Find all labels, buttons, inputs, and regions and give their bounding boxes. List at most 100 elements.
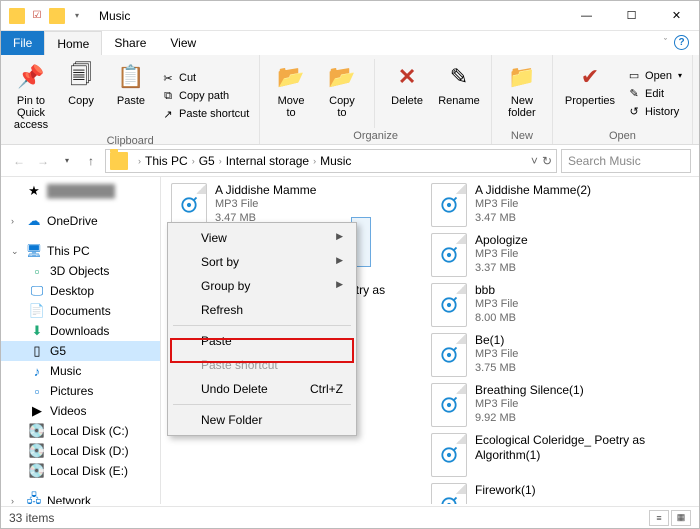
search-input[interactable]: Search Music: [561, 149, 691, 173]
file-name: Ecological Coleridge_ Poetry as Algorith…: [475, 433, 671, 463]
file-item[interactable]: A Jiddishe MammeMP3 File3.47 MB: [171, 183, 411, 227]
properties-button[interactable]: ✔Properties: [561, 59, 619, 128]
file-name: Be(1): [475, 333, 518, 348]
mp3-file-icon: [431, 383, 467, 427]
mp3-file-icon: [171, 183, 207, 227]
file-item[interactable]: Ecological Coleridge_ Poetry as Algorith…: [431, 433, 671, 477]
close-button[interactable]: ✕: [654, 1, 699, 31]
tree-this-pc[interactable]: ⌄🖥This PC: [1, 241, 160, 261]
paste-button[interactable]: 📋 Paste: [109, 59, 153, 133]
copy-icon: 🗐: [70, 58, 92, 96]
maximize-button[interactable]: ☐: [609, 1, 654, 31]
breadcrumb-item[interactable]: Internal storage: [226, 154, 309, 168]
view-details-button[interactable]: ≡: [649, 510, 669, 526]
file-size: 3.47 MB: [475, 212, 591, 226]
path-icon: ⧉: [161, 89, 175, 103]
tree-item[interactable]: 💽Local Disk (E:): [1, 461, 160, 481]
minimize-button[interactable]: —: [564, 1, 609, 31]
help-icon[interactable]: ?: [674, 35, 689, 50]
breadcrumb-item[interactable]: This PC: [145, 154, 188, 168]
file-item[interactable]: Breathing Silence(1)MP3 File9.92 MB: [431, 383, 671, 427]
disk-icon: 💽: [29, 423, 45, 439]
menu-group-by[interactable]: Group by▶: [171, 274, 353, 298]
tab-file[interactable]: File: [1, 31, 44, 55]
file-list[interactable]: A Jiddishe MammeMP3 File3.47 MBBreathing…: [161, 177, 699, 504]
tree-item[interactable]: ⬇Downloads: [1, 321, 160, 341]
file-item[interactable]: Firework(1): [431, 483, 671, 504]
cloud-icon: ☁: [26, 213, 42, 229]
chevron-down-icon[interactable]: ˅: [531, 154, 538, 168]
videos-icon: ▶: [29, 403, 45, 419]
open-button[interactable]: ▭Open▾: [625, 68, 684, 84]
tab-share[interactable]: Share: [102, 31, 158, 55]
file-type: MP3 File: [475, 348, 518, 362]
nav-back-button[interactable]: ←: [9, 151, 29, 171]
refresh-icon[interactable]: ↻: [542, 154, 552, 168]
file-item[interactable]: bbbMP3 File8.00 MB: [431, 283, 671, 327]
qat-item[interactable]: [49, 8, 65, 24]
new-folder-button[interactable]: 📁New folder: [500, 59, 544, 128]
nav-recent-button[interactable]: ▾: [57, 151, 77, 171]
paste-shortcut-button[interactable]: ↗Paste shortcut: [159, 106, 251, 122]
pin-to-quick-access-button[interactable]: 📌 Pin to Quick access: [9, 59, 53, 133]
menu-sort-by[interactable]: Sort by▶: [171, 250, 353, 274]
tree-quick-access[interactable]: ★████████: [1, 181, 160, 201]
scissors-icon: ✂: [161, 71, 175, 85]
menu-paste[interactable]: Paste: [171, 329, 353, 353]
tree-item[interactable]: ▶Videos: [1, 401, 160, 421]
device-icon: ▯: [29, 343, 45, 359]
history-button[interactable]: ↺History: [625, 104, 684, 120]
copy-path-button[interactable]: ⧉Copy path: [159, 88, 251, 104]
tree-item[interactable]: ♪Music: [1, 361, 160, 381]
qat-item[interactable]: ☑: [29, 8, 45, 24]
tree-onedrive[interactable]: ›☁OneDrive: [1, 211, 160, 231]
breadcrumb-item[interactable]: G5: [199, 154, 215, 168]
file-name: A Jiddishe Mamme: [215, 183, 316, 198]
cut-button[interactable]: ✂Cut: [159, 70, 251, 86]
breadcrumb-item[interactable]: Music: [320, 154, 351, 168]
nav-forward-button[interactable]: →: [33, 151, 53, 171]
file-item[interactable]: A Jiddishe Mamme(2)MP3 File3.47 MB: [431, 183, 671, 227]
rename-button[interactable]: ✎Rename: [435, 59, 483, 128]
file-type: MP3 File: [475, 248, 528, 262]
tree-item[interactable]: 📄Documents: [1, 301, 160, 321]
copy-button[interactable]: 🗐 Copy: [59, 59, 103, 133]
tree-item[interactable]: 🖵Desktop: [1, 281, 160, 301]
copyto-icon: 📂: [328, 64, 355, 90]
tree-network[interactable]: ›🖧Network: [1, 491, 160, 504]
move-to-button[interactable]: 📂Move to: [268, 59, 313, 128]
tree-item[interactable]: 💽Local Disk (D:): [1, 441, 160, 461]
file-item[interactable]: Be(1)MP3 File3.75 MB: [431, 333, 671, 377]
mp3-file-icon: [431, 433, 467, 477]
qat-dropdown[interactable]: ▾: [69, 8, 85, 24]
view-icons-button[interactable]: ▦: [671, 510, 691, 526]
tree-item-selected[interactable]: ▯G5: [1, 341, 160, 361]
shortcut-icon: ↗: [161, 107, 175, 121]
rename-icon: ✎: [450, 64, 468, 90]
ribbon-collapse-icon[interactable]: ˇ: [664, 37, 667, 47]
copy-to-button[interactable]: 📂Copy to: [320, 59, 364, 128]
delete-button[interactable]: ✕Delete: [385, 59, 429, 128]
menu-refresh[interactable]: Refresh: [171, 298, 353, 322]
checkmark-icon: ✔: [581, 64, 599, 90]
pictures-icon: ▫: [29, 383, 45, 399]
tree-item[interactable]: 💽Local Disk (C:): [1, 421, 160, 441]
tree-item[interactable]: ▫Pictures: [1, 381, 160, 401]
file-item[interactable]: ApologizeMP3 File3.37 MB: [431, 233, 671, 277]
group-label: Organize: [268, 128, 483, 142]
menu-view[interactable]: View▶: [171, 226, 353, 250]
menu-new-folder[interactable]: New Folder: [171, 408, 353, 432]
tree-item[interactable]: ▫3D Objects: [1, 261, 160, 281]
menu-undo-delete[interactable]: Undo DeleteCtrl+Z: [171, 377, 353, 401]
file-name: Apologize: [475, 233, 528, 248]
window-title: Music: [99, 9, 130, 23]
tab-home[interactable]: Home: [44, 31, 102, 55]
edit-button[interactable]: ✎Edit: [625, 86, 684, 102]
nav-up-button[interactable]: ↑: [81, 151, 101, 171]
group-label: Open: [561, 128, 684, 142]
breadcrumb[interactable]: › This PC› G5› Internal storage› Music ˅…: [105, 149, 557, 173]
mp3-file-icon: [431, 233, 467, 277]
chevron-right-icon: ▶: [336, 231, 343, 242]
file-type: MP3 File: [475, 198, 591, 212]
tab-view[interactable]: View: [158, 31, 208, 55]
